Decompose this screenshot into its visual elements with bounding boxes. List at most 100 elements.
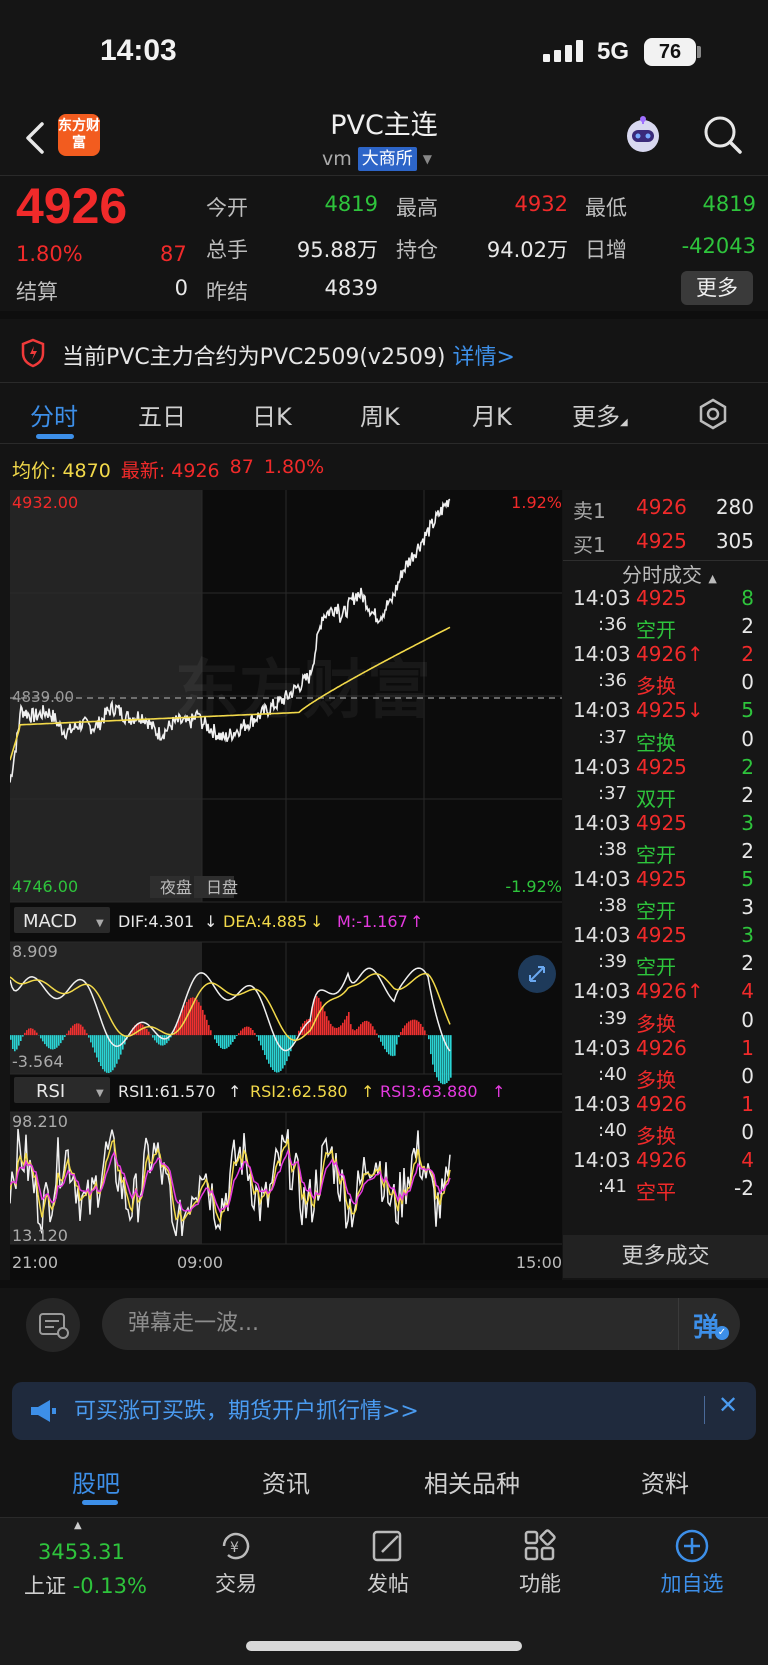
tab-forum[interactable]: 股吧 (72, 1464, 120, 1499)
low-label: 最低 (585, 196, 627, 220)
trade-time: :38 (598, 895, 627, 917)
tab-monthly-k[interactable]: 月K (472, 397, 512, 432)
trade-price: 多换 (636, 1067, 676, 1092)
more-button[interactable]: 更多 (681, 271, 753, 305)
tab-more[interactable]: 更多◢ (572, 397, 628, 432)
bottom-functions[interactable]: 功能 (500, 1568, 580, 1598)
latest-label: 最新: (120, 460, 166, 482)
macd-axis-bottom: -3.564 (12, 1052, 64, 1071)
trade-time: :40 (598, 1063, 627, 1085)
robot-assistant-icon[interactable] (620, 112, 666, 158)
tab-weekly-k[interactable]: 周K (360, 397, 400, 432)
macd-bar (44, 1035, 46, 1045)
trade-qty: 3 (741, 810, 754, 835)
macd-bar (282, 1035, 284, 1069)
pct-axis-bottom: -1.92% (505, 877, 562, 896)
macd-bar (266, 1035, 268, 1060)
arrow-up-icon: ↑ (492, 1082, 505, 1101)
apps-icon[interactable] (520, 1528, 560, 1564)
macd-bar (68, 1030, 70, 1036)
trade-qty: 0 (741, 1119, 754, 1144)
tab-intraday[interactable]: 分时 (30, 397, 78, 432)
add-icon[interactable] (672, 1528, 712, 1564)
gear-icon[interactable] (697, 398, 729, 430)
macd-bar (36, 1032, 38, 1036)
macd-bar (260, 1035, 262, 1046)
index-value[interactable]: 3453.31 (38, 1540, 125, 1564)
macd-bar (392, 1035, 394, 1057)
trade-price: 空开 (636, 899, 676, 924)
tab-news[interactable]: 资讯 (262, 1464, 310, 1499)
danmu-input[interactable]: 弹幕走一波... (102, 1298, 740, 1350)
trade-qty: 4 (741, 1148, 754, 1172)
macd-bar (76, 1023, 78, 1036)
rsi-axis-top: 98.210 (12, 1112, 68, 1131)
macd-bar (254, 1032, 256, 1036)
tab-related[interactable]: 相关品种 (424, 1464, 520, 1499)
trade-time: :40 (598, 1119, 627, 1141)
macd-bar (410, 1020, 412, 1036)
macd-bar (450, 1035, 452, 1078)
home-indicator (246, 1641, 522, 1651)
trades-list: 14:03 4925 8:36 空开 2 14:03 4926↑ 2:36 多换 0 14:03 49… (563, 586, 768, 1236)
macd-bar (48, 1035, 50, 1049)
macd-bar (368, 1021, 370, 1036)
svg-text:¥: ¥ (230, 1540, 239, 1556)
notice-detail-link[interactable]: 详情> (453, 345, 515, 370)
trade-qty: 3 (741, 895, 754, 920)
trade-price: 4926 (636, 1091, 687, 1116)
trades-title[interactable]: 分时成交 ▲ (622, 559, 717, 588)
ask1-label: 卖1 (573, 499, 606, 523)
macd-bar (236, 1035, 238, 1037)
active-tab-indicator (36, 434, 74, 439)
macd-bar (12, 1035, 14, 1049)
index-info[interactable]: 上证 -0.13% (24, 1570, 147, 1600)
trade-row: :38 空开 3 (563, 895, 768, 924)
trade-time: 14:03 (573, 1148, 631, 1172)
danmu-settings-icon[interactable] (26, 1298, 80, 1352)
contract-subtitle[interactable]: vm 大商所 ▼ (322, 147, 432, 171)
bottom-add-watchlist[interactable]: 加自选 (652, 1568, 732, 1598)
battery-tip (697, 46, 701, 58)
trade-row: :40 多换 0 (563, 1064, 768, 1093)
low-value: 4819 (702, 192, 756, 216)
macd-bar (348, 1011, 350, 1036)
macd-bar (154, 1035, 156, 1041)
macd-bar (436, 1035, 438, 1078)
promo-text: 可买涨可买跌，期货开户抓行情>> (74, 1399, 419, 1424)
danmu-send-button[interactable]: 弹 ✓ (678, 1298, 740, 1350)
macd-bar (26, 1030, 28, 1036)
tab-five-day[interactable]: 五日 (138, 397, 186, 432)
macd-bar (446, 1035, 448, 1084)
latest-percent: 1.80% (263, 456, 325, 478)
check-icon: ✓ (715, 1326, 729, 1340)
trade-row: 14:03 4926↑ 2 (563, 642, 768, 671)
macd-bar (64, 1035, 66, 1037)
daily-increase-value: -42043 (681, 234, 756, 258)
macd-bar (412, 1019, 414, 1036)
macd-bar (210, 1030, 212, 1036)
avg-label: 均价: (12, 460, 57, 482)
trade-icon[interactable]: ¥ (216, 1528, 256, 1564)
close-icon[interactable]: ✕ (718, 1391, 738, 1419)
macd-bar (180, 1014, 182, 1036)
trade-row: :37 双开 2 (563, 783, 768, 812)
intraday-chart[interactable]: 东方财富 4932.00 4746.00 4839.00 1.92% -1.92… (10, 490, 562, 1280)
macd-bar (438, 1035, 440, 1081)
trade-time: 14:03 (573, 642, 631, 667)
search-icon[interactable] (700, 112, 744, 156)
macd-bar (200, 1005, 202, 1036)
macd-bar (440, 1035, 442, 1084)
more-trades-button[interactable]: 更多成交 (563, 1235, 768, 1278)
trade-row: :36 空开 2 (563, 614, 768, 643)
tab-daily-k[interactable]: 日K (252, 397, 292, 432)
macd-dif: DIF:4.301 (118, 912, 194, 931)
divider (704, 1396, 705, 1424)
bottom-trade[interactable]: 交易 (196, 1568, 276, 1598)
post-icon[interactable] (368, 1528, 408, 1564)
macd-bar (190, 997, 192, 1036)
bottom-post[interactable]: 发帖 (348, 1568, 428, 1598)
rsi-name: RSI (36, 1081, 65, 1102)
tab-profile[interactable]: 资料 (641, 1464, 689, 1499)
macd-bar (264, 1035, 266, 1055)
